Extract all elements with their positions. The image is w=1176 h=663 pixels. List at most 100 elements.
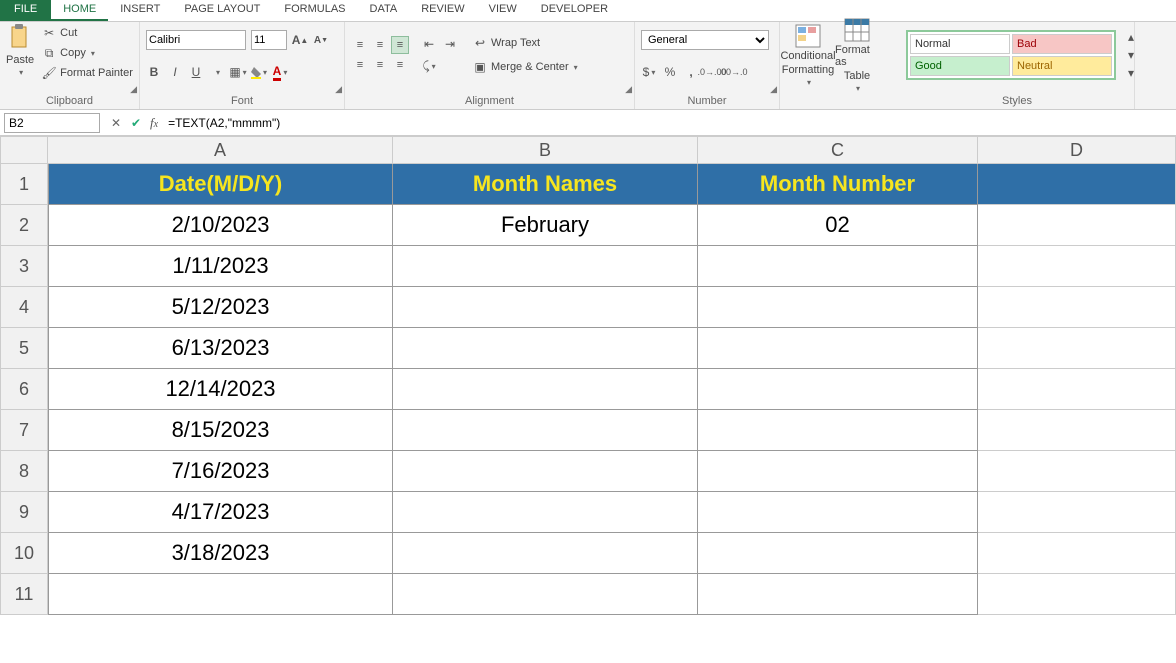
tab-home[interactable]: HOME — [51, 0, 108, 21]
cell-C5[interactable] — [698, 328, 978, 369]
vertical-horizontal-align[interactable]: ≡≡≡ ≡≡≡ — [351, 36, 409, 74]
cell-B4[interactable] — [393, 287, 698, 328]
align-left-icon[interactable]: ≡ — [351, 56, 369, 74]
cell-B10[interactable] — [393, 533, 698, 574]
cell-A9[interactable]: 4/17/2023 — [48, 492, 393, 533]
font-color-button[interactable]: A — [272, 64, 288, 80]
gallery-more-icon[interactable]: ▾ — [1123, 65, 1139, 81]
align-right-icon[interactable]: ≡ — [391, 56, 409, 74]
cell-A1[interactable]: Date(M/D/Y) — [48, 164, 393, 205]
gallery-down-icon[interactable]: ▾ — [1123, 47, 1139, 63]
row-header-3[interactable]: 3 — [0, 246, 48, 287]
cell-C11[interactable] — [698, 574, 978, 615]
cell-D4[interactable] — [978, 287, 1176, 328]
cell-A6[interactable]: 12/14/2023 — [48, 369, 393, 410]
increase-indent-icon[interactable]: ⇥ — [442, 36, 458, 52]
row-header-7[interactable]: 7 — [0, 410, 48, 451]
row-header-8[interactable]: 8 — [0, 451, 48, 492]
clipboard-dialog-icon[interactable]: ◢ — [130, 84, 137, 95]
col-header-A[interactable]: A — [48, 136, 393, 164]
row-header-6[interactable]: 6 — [0, 369, 48, 410]
accounting-format-icon[interactable]: $ — [641, 64, 657, 80]
number-format-combo[interactable]: General — [641, 30, 769, 50]
row-header-11[interactable]: 11 — [0, 574, 48, 615]
cell-D1[interactable] — [978, 164, 1176, 205]
cell-C6[interactable] — [698, 369, 978, 410]
underline-button[interactable]: U — [188, 64, 204, 80]
cell-B1[interactable]: Month Names — [393, 164, 698, 205]
name-box[interactable] — [4, 113, 100, 133]
align-top-icon[interactable]: ≡ — [351, 36, 369, 54]
tab-insert[interactable]: INSERT — [108, 0, 172, 21]
gallery-up-icon[interactable]: ▴ — [1123, 29, 1139, 45]
underline-dd[interactable] — [209, 64, 225, 80]
alignment-dialog-icon[interactable]: ◢ — [625, 84, 632, 95]
align-center-icon[interactable]: ≡ — [371, 56, 389, 74]
format-painter-button[interactable]: 🖌Format Painter — [39, 64, 135, 82]
number-dialog-icon[interactable]: ◢ — [770, 84, 777, 95]
decrease-indent-icon[interactable]: ⇤ — [421, 36, 437, 52]
col-header-B[interactable]: B — [393, 136, 698, 164]
cell-D9[interactable] — [978, 492, 1176, 533]
borders-button[interactable]: ▦ — [230, 64, 246, 80]
bold-button[interactable]: B — [146, 64, 162, 80]
font-family-combo[interactable] — [146, 30, 246, 50]
tab-data[interactable]: DATA — [358, 0, 410, 21]
merge-center-button[interactable]: ▣Merge & Center — [470, 58, 580, 76]
paste-button[interactable]: Paste — [6, 24, 34, 77]
cell-D6[interactable] — [978, 369, 1176, 410]
style-bad[interactable]: Bad — [1012, 34, 1112, 54]
fx-icon[interactable]: fx — [146, 115, 162, 131]
tab-view[interactable]: VIEW — [477, 0, 529, 21]
fill-color-button[interactable] — [251, 64, 267, 80]
cell-B6[interactable] — [393, 369, 698, 410]
cell-D7[interactable] — [978, 410, 1176, 451]
cell-D11[interactable] — [978, 574, 1176, 615]
cell-B9[interactable] — [393, 492, 698, 533]
cell-B8[interactable] — [393, 451, 698, 492]
cell-C8[interactable] — [698, 451, 978, 492]
cell-D5[interactable] — [978, 328, 1176, 369]
cancel-formula-icon[interactable]: ✕ — [106, 116, 126, 130]
orientation-icon[interactable]: ⤹ — [421, 58, 437, 74]
wrap-text-button[interactable]: ↩Wrap Text — [470, 34, 580, 52]
font-size-combo[interactable] — [251, 30, 287, 50]
row-header-1[interactable]: 1 — [0, 164, 48, 205]
italic-button[interactable]: I — [167, 64, 183, 80]
copy-button[interactable]: ⧉Copy — [39, 44, 135, 62]
col-header-D[interactable]: D — [978, 136, 1176, 164]
cell-C10[interactable] — [698, 533, 978, 574]
font-dialog-icon[interactable]: ◢ — [335, 84, 342, 95]
cell-B11[interactable] — [393, 574, 698, 615]
cell-styles-gallery[interactable]: Normal Bad Good Neutral — [906, 30, 1116, 80]
decrease-font-icon[interactable]: A▼ — [313, 32, 329, 48]
tab-page-layout[interactable]: PAGE LAYOUT — [172, 0, 272, 21]
cell-A8[interactable]: 7/16/2023 — [48, 451, 393, 492]
tab-file[interactable]: FILE — [0, 0, 51, 21]
col-header-C[interactable]: C — [698, 136, 978, 164]
format-as-table-button[interactable]: Format asTable — [835, 18, 879, 93]
cell-C2[interactable]: 02 — [698, 205, 978, 246]
cell-C7[interactable] — [698, 410, 978, 451]
cell-A10[interactable]: 3/18/2023 — [48, 533, 393, 574]
cell-B5[interactable] — [393, 328, 698, 369]
cell-A3[interactable]: 1/11/2023 — [48, 246, 393, 287]
style-good[interactable]: Good — [910, 56, 1010, 76]
align-bottom-icon[interactable]: ≡ — [391, 36, 409, 54]
cell-B2[interactable]: February — [393, 205, 698, 246]
row-header-2[interactable]: 2 — [0, 205, 48, 246]
percent-format-icon[interactable]: % — [662, 64, 678, 80]
cell-A5[interactable]: 6/13/2023 — [48, 328, 393, 369]
enter-formula-icon[interactable]: ✔ — [126, 116, 146, 130]
increase-font-icon[interactable]: A▲ — [292, 32, 308, 48]
cell-A2[interactable]: 2/10/2023 — [48, 205, 393, 246]
cell-A11[interactable] — [48, 574, 393, 615]
cell-C3[interactable] — [698, 246, 978, 287]
style-neutral[interactable]: Neutral — [1012, 56, 1112, 76]
row-header-5[interactable]: 5 — [0, 328, 48, 369]
cell-D10[interactable] — [978, 533, 1176, 574]
tab-developer[interactable]: DEVELOPER — [529, 0, 620, 21]
cell-B7[interactable] — [393, 410, 698, 451]
cell-B3[interactable] — [393, 246, 698, 287]
row-header-4[interactable]: 4 — [0, 287, 48, 328]
